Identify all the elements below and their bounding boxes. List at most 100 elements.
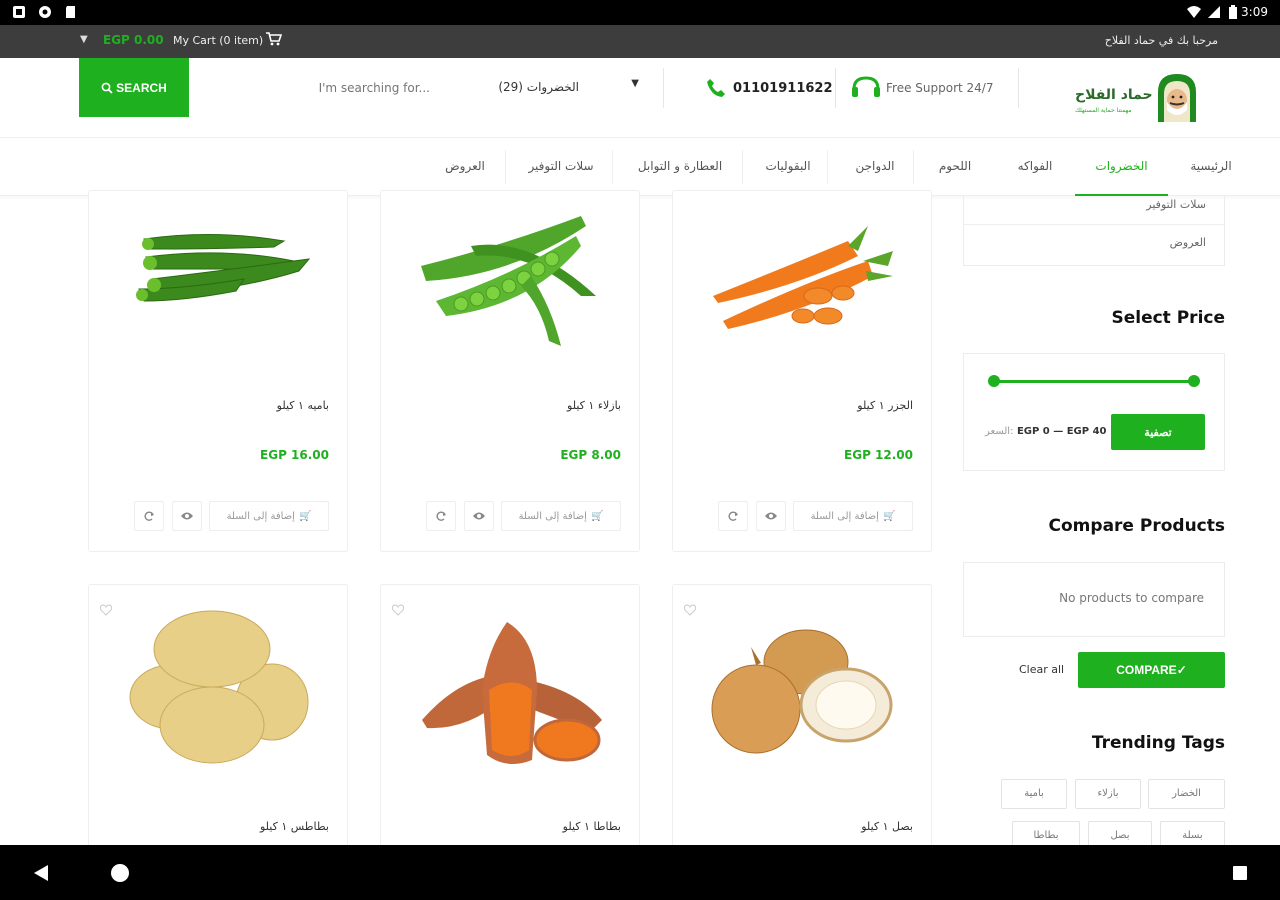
add-to-cart-label: إضافة إلى السلة — [810, 510, 879, 522]
price-slider-min-handle[interactable] — [988, 375, 1000, 387]
okra-image — [136, 233, 311, 302]
product-name[interactable]: بطاطا ١ كيلو — [563, 820, 621, 833]
nav-item-fruits[interactable]: الفواكه — [1000, 138, 1070, 196]
clear-all-link[interactable]: Clear all — [1019, 663, 1064, 676]
price-filter-box — [963, 353, 1225, 471]
nav-separator — [827, 150, 828, 184]
select-price-title: Select Price — [1111, 308, 1225, 328]
add-to-cart-label: إضافة إلى السلة — [518, 510, 587, 522]
quick-view-button[interactable] — [464, 501, 494, 531]
filter-button[interactable]: تصفية — [1111, 414, 1205, 450]
compare-product-button[interactable] — [134, 501, 164, 531]
eye-icon — [765, 512, 777, 520]
battery-icon — [1229, 5, 1237, 19]
heart-icon[interactable] — [99, 603, 113, 617]
back-icon[interactable] — [32, 864, 50, 882]
refresh-icon — [728, 511, 738, 521]
wifi-icon — [1187, 6, 1201, 18]
product-card[interactable]: بصل ١ كيلو — [672, 584, 932, 864]
main-nav: الرئيسية الخضروات الفواكه اللحوم الدواجن… — [0, 138, 1280, 196]
compare-products-title: Compare Products — [1048, 516, 1225, 536]
clock: 3:09 — [1241, 5, 1268, 19]
logo-tagline: مهمتنا حماية المستهلك — [1075, 107, 1132, 114]
search-input[interactable] — [200, 73, 430, 103]
nav-item-legumes[interactable]: البقوليات — [750, 138, 826, 196]
support-info: Free Support 24/7 — [850, 68, 993, 108]
carrots-image — [713, 226, 893, 329]
heart-icon[interactable] — [683, 603, 697, 617]
settings-icon — [39, 6, 51, 18]
nav-item-vegetables[interactable]: الخضروات — [1075, 138, 1168, 196]
cart-icon: 🛒 — [298, 510, 312, 522]
header: SEARCH الخضروات (29) ▼ 01101911622 Free … — [0, 58, 1280, 138]
compare-button[interactable]: COMPARE✓ — [1078, 652, 1225, 688]
product-card[interactable]: بطاطا ١ كيلو — [380, 584, 640, 864]
dropdown-caret-icon: ▼ — [631, 78, 639, 89]
search-icon — [101, 82, 113, 94]
nav-item-meat[interactable]: اللحوم — [920, 138, 990, 196]
chevron-down-icon[interactable]: ▼ — [80, 34, 88, 45]
price-label: السعر: — [985, 426, 1014, 437]
farmer-logo-icon — [1158, 74, 1196, 122]
recents-icon[interactable] — [1232, 865, 1248, 881]
product-card[interactable]: باميه ١ كيلو EGP 16.00 إضافة إلى السلة 🛒 — [88, 190, 348, 552]
tag-item[interactable]: الخضار — [1148, 779, 1225, 809]
nav-separator — [742, 150, 743, 184]
price-slider-track[interactable] — [994, 380, 1194, 383]
category-select[interactable]: الخضروات (29) ▼ — [480, 73, 645, 103]
product-name[interactable]: باميه ١ كيلو — [277, 399, 329, 412]
refresh-icon — [144, 511, 154, 521]
quick-view-button[interactable] — [756, 501, 786, 531]
home-icon[interactable] — [110, 863, 130, 883]
add-to-cart-button[interactable]: إضافة إلى السلة 🛒 — [209, 501, 329, 531]
nav-item-offers[interactable]: العروض — [430, 138, 500, 196]
refresh-icon — [436, 511, 446, 521]
tag-item[interactable]: بامية — [1001, 779, 1067, 809]
product-card[interactable]: بطاطس ١ كيلو — [88, 584, 348, 864]
category-name: الخضروات — [526, 80, 579, 94]
sweet-potatoes-image — [422, 622, 602, 764]
status-bar: 3:09 — [0, 0, 1280, 25]
nav-item-saving-baskets[interactable]: سلات التوفير — [515, 138, 607, 196]
nav-separator — [913, 150, 914, 184]
nav-item-home[interactable]: الرئيسية — [1176, 138, 1246, 196]
add-to-cart-button[interactable]: إضافة إلى السلة 🛒 — [793, 501, 913, 531]
nav-item-spices[interactable]: العطارة و التوابل — [622, 138, 738, 196]
product-price: EGP 12.00 — [844, 448, 913, 462]
my-cart-link[interactable]: My Cart (0 item) — [173, 34, 263, 47]
tag-item[interactable]: بازلاء — [1075, 779, 1141, 809]
product-card[interactable]: بازلاء ١ كيلو EGP 8.00 إضافة إلى السلة 🛒 — [380, 190, 640, 552]
divider — [1018, 68, 1019, 108]
sidebar-item-offers[interactable]: العروض — [1170, 236, 1206, 249]
product-price: EGP 16.00 — [260, 448, 329, 462]
sidebar-item-saving-baskets[interactable]: سلات التوفير — [1146, 198, 1206, 211]
add-to-cart-button[interactable]: إضافة إلى السلة 🛒 — [501, 501, 621, 531]
nav-item-poultry[interactable]: الدواجن — [840, 138, 910, 196]
product-name[interactable]: بصل ١ كيلو — [861, 820, 913, 833]
product-name[interactable]: بطاطس ١ كيلو — [260, 820, 329, 833]
search-button[interactable]: SEARCH — [79, 58, 189, 117]
price-slider-max-handle[interactable] — [1188, 375, 1200, 387]
category-count: (29) — [498, 80, 523, 94]
product-name[interactable]: بازلاء ١ كيلو — [567, 399, 621, 412]
potatoes-image — [129, 610, 309, 764]
compare-product-button[interactable] — [426, 501, 456, 531]
eye-icon — [181, 512, 193, 520]
check-icon: ✓ — [1176, 663, 1187, 677]
signal-icon — [1208, 6, 1220, 18]
site-logo[interactable]: حماد الفلاح مهمتنا حماية المستهلك — [1070, 70, 1205, 126]
sd-card-icon — [66, 6, 75, 18]
quick-view-button[interactable] — [172, 501, 202, 531]
phone-contact[interactable]: 01101911622 — [705, 68, 833, 108]
compare-product-button[interactable] — [718, 501, 748, 531]
cart-icon[interactable] — [266, 32, 282, 46]
cart-total[interactable]: EGP 0.00 — [103, 33, 164, 47]
top-bar: ▼ EGP 0.00 My Cart (0 item) مرحبا بك في … — [0, 25, 1280, 58]
product-card[interactable]: الجزر ١ كيلو EGP 12.00 إضافة إلى السلة 🛒 — [672, 190, 932, 552]
search-button-label: SEARCH — [116, 80, 167, 95]
heart-icon[interactable] — [391, 603, 405, 617]
divider — [964, 224, 1224, 225]
category-select-value: الخضروات (29) — [498, 80, 579, 94]
product-name[interactable]: الجزر ١ كيلو — [857, 399, 913, 412]
add-to-cart-label: إضافة إلى السلة — [226, 510, 295, 522]
